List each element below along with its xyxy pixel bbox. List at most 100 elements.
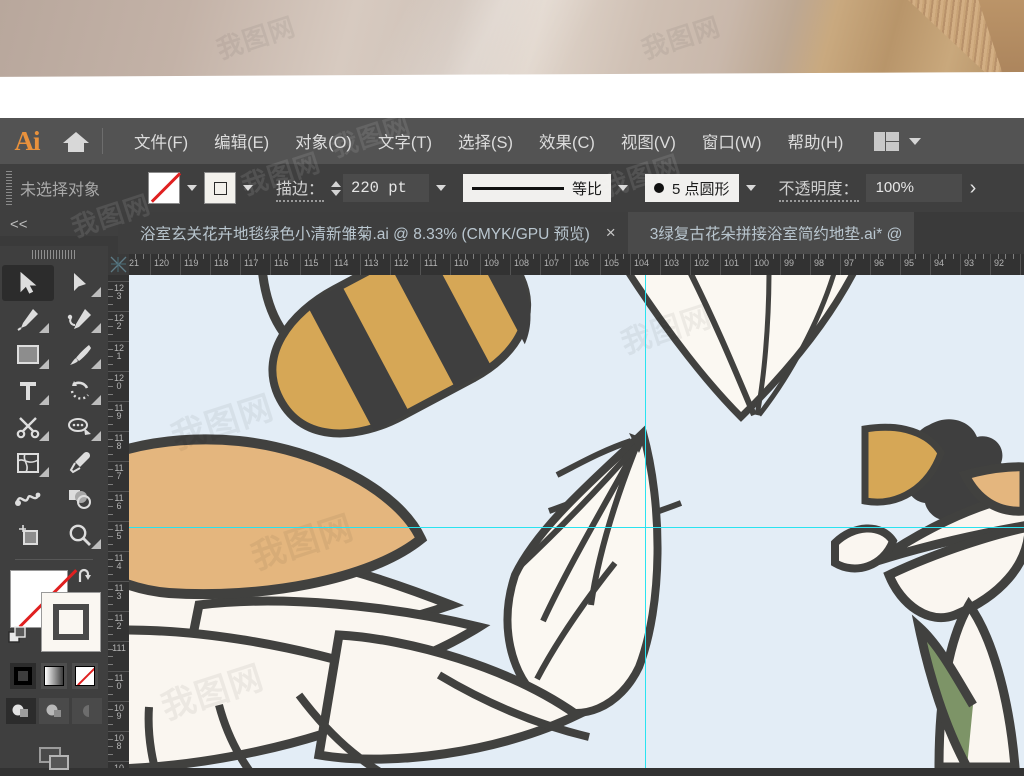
ruler-label: 97: [844, 258, 855, 268]
ruler-tick-minor: [585, 254, 586, 259]
menu-item-object[interactable]: 对象(O): [282, 125, 365, 157]
ruler-label: 101: [724, 258, 740, 268]
menu-item-effect[interactable]: 效果(C): [526, 125, 608, 157]
color-mode-button[interactable]: [10, 663, 36, 689]
ruler-tick-major: [390, 254, 391, 275]
artboard-canvas[interactable]: 我图网 我图网 我图网 我图网: [129, 275, 1024, 768]
default-fill-stroke-icon[interactable]: [8, 626, 28, 646]
ruler-tick-major: [108, 641, 129, 642]
stroke-dropdown[interactable]: [236, 173, 260, 203]
ruler-tick-minor: [435, 254, 436, 259]
gradient-mode-button[interactable]: [41, 663, 67, 689]
rectangle-tool[interactable]: [2, 337, 54, 373]
draw-normal-mode-button[interactable]: [6, 698, 36, 724]
flyout-indicator-icon: [39, 395, 49, 405]
paintbrush-tool[interactable]: [54, 337, 106, 373]
ruler-tick-major: [810, 254, 811, 275]
ruler-tick-minor: [915, 254, 916, 259]
menu-item-select[interactable]: 选择(S): [445, 125, 526, 157]
ruler-label: 112: [394, 258, 409, 268]
menu-item-help[interactable]: 帮助(H): [774, 125, 856, 157]
ruler-tick-minor: [712, 254, 714, 259]
toolbox-grip[interactable]: [32, 250, 76, 259]
brush-definition-dropdown[interactable]: [739, 173, 763, 203]
stroke-profile-dropdown[interactable]: [611, 173, 635, 203]
stroke-weight-stepper[interactable]: [331, 180, 342, 196]
chevron-down-icon: [187, 185, 197, 191]
menu-item-edit[interactable]: 编辑(E): [201, 125, 282, 157]
screen-mode-button[interactable]: [0, 742, 108, 776]
ruler-tick-minor: [108, 513, 113, 515]
menu-item-view[interactable]: 视图(V): [608, 125, 689, 157]
draw-behind-mode-button[interactable]: [39, 698, 69, 724]
stroke-weight-dropdown[interactable]: [429, 173, 453, 203]
menu-item-file[interactable]: 文件(F): [121, 125, 201, 157]
ruler-tick-major: [600, 254, 601, 275]
ruler-tick-major: [840, 254, 841, 275]
opacity-label[interactable]: 不透明度：: [778, 175, 859, 202]
ruler-tick-major: [930, 254, 931, 275]
menu-item-window[interactable]: 窗口(W): [689, 125, 775, 157]
vertical-guide: [645, 275, 646, 768]
ruler-label: 119: [184, 258, 199, 268]
ruler-tick-minor: [667, 254, 669, 259]
ruler-tick-minor: [262, 254, 264, 259]
toolbox-panel: [0, 246, 108, 770]
brush-definition-combo[interactable]: 5 点圆形: [645, 174, 739, 202]
ruler-tick-minor: [877, 254, 879, 259]
fill-color-swatch[interactable]: [148, 172, 180, 204]
swap-fill-stroke-icon[interactable]: [76, 568, 96, 586]
mesh-tool[interactable]: [2, 445, 54, 481]
stroke-profile-combo[interactable]: 等比: [463, 174, 612, 202]
scissors-tool[interactable]: [2, 409, 54, 445]
ruler-tick-minor: [108, 378, 113, 380]
fill-dropdown[interactable]: [180, 173, 204, 203]
ruler-tick-major: [108, 551, 129, 552]
ruler-tick-minor: [772, 254, 774, 259]
panel-collapse-button[interactable]: <<: [0, 212, 118, 236]
home-button[interactable]: [54, 130, 98, 152]
ruler-tick-minor: [495, 254, 496, 259]
ruler-tick-major: [108, 521, 129, 522]
shape-builder-tool[interactable]: [54, 481, 106, 517]
control-bar-overflow-button[interactable]: ›: [970, 177, 977, 200]
stroke-color-swatch[interactable]: [204, 172, 236, 204]
ruler-tick-minor: [202, 254, 204, 259]
menu-item-type[interactable]: 文字(T): [365, 125, 445, 157]
selection-tool[interactable]: [2, 265, 54, 301]
control-bar-grip[interactable]: [6, 171, 12, 205]
eyedropper-tool[interactable]: [54, 445, 106, 481]
none-mode-button[interactable]: [72, 663, 98, 689]
stroke-weight-label[interactable]: 描边：: [276, 175, 325, 202]
ruler-tick-minor: [855, 254, 856, 259]
blend-tool[interactable]: [2, 481, 54, 517]
ruler-tick-minor: [397, 254, 399, 259]
stroke-weight-input[interactable]: 220 pt: [343, 174, 430, 202]
ruler-tick-major: [420, 254, 421, 275]
width-tool[interactable]: [54, 409, 106, 445]
workspace-switcher[interactable]: [874, 131, 922, 151]
document-tab-1[interactable]: 浴室玄关花卉地毯绿色小清新雏菊.ai @ 8.33% (CMYK/GPU 预览)…: [118, 212, 628, 254]
type-tool[interactable]: [2, 373, 54, 409]
rotate-tool[interactable]: [54, 373, 106, 409]
toolbox-stroke-swatch[interactable]: [41, 592, 101, 652]
direct-selection-tool[interactable]: [54, 265, 106, 301]
pen-tool[interactable]: [2, 301, 54, 337]
ruler-tick-major: [108, 581, 129, 582]
draw-inside-mode-button[interactable]: [72, 698, 102, 724]
ruler-label: 112: [114, 613, 124, 631]
close-icon[interactable]: ×: [606, 223, 616, 243]
ruler-tick-minor: [442, 254, 444, 259]
ruler-tick-minor: [795, 254, 796, 259]
ruler-tick-minor: [292, 254, 294, 259]
ruler-tick-major: [330, 254, 331, 275]
vertical-ruler[interactable]: 123 122 121 120 119 118 117 116 115 114 113 112 111 1…: [108, 275, 130, 768]
ruler-origin-box[interactable]: [108, 254, 129, 275]
zoom-tool[interactable]: [54, 517, 106, 553]
horizontal-ruler[interactable]: 121 120 119 118 117 116 115 114 113 112 111 110 109 1…: [108, 254, 1024, 276]
artboard-tool[interactable]: [2, 517, 54, 553]
curvature-tool[interactable]: [54, 301, 106, 337]
document-tab-2[interactable]: 3绿复古花朵拼接浴室简约地垫.ai* @: [627, 212, 915, 254]
ruler-tick-minor: [862, 254, 864, 259]
opacity-input[interactable]: 100%: [865, 174, 962, 202]
